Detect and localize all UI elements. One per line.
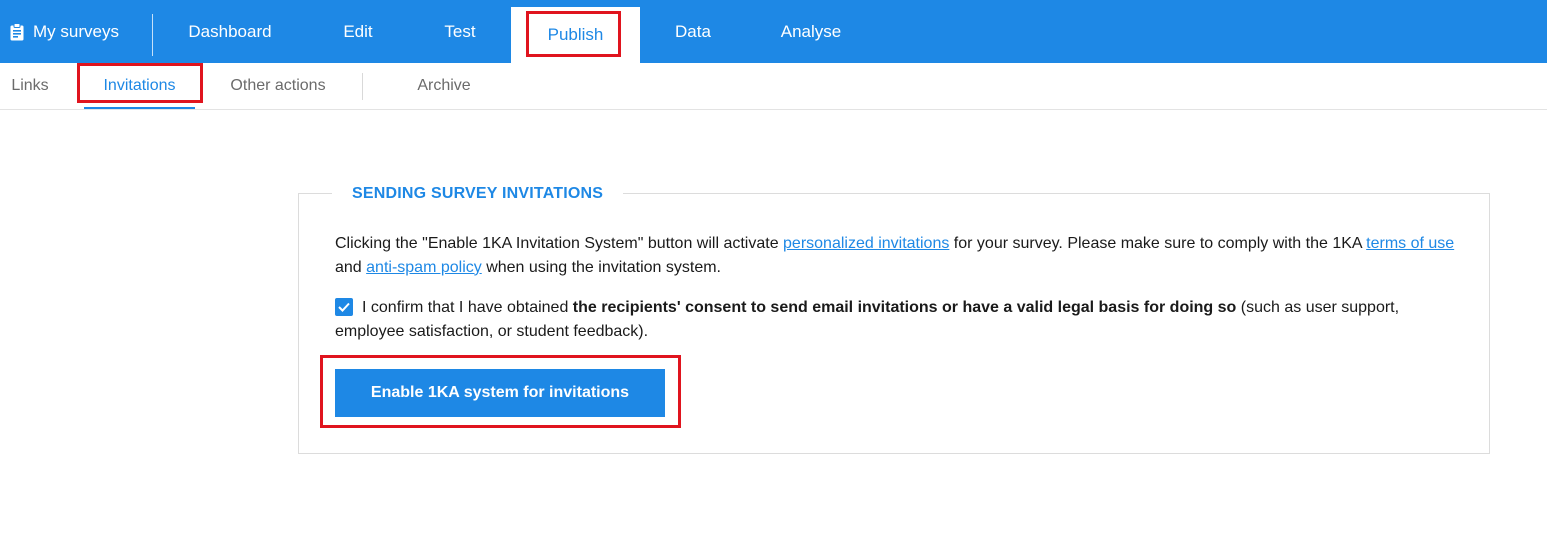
subnav-divider — [362, 73, 363, 100]
subtab-links[interactable]: Links — [5, 63, 55, 109]
subtab-other-actions[interactable]: Other actions — [222, 63, 334, 109]
top-nav-bar: My surveys Dashboard Edit Test Publish D… — [0, 0, 1547, 63]
tab-publish[interactable]: Publish — [511, 7, 640, 63]
my-surveys-link[interactable]: My surveys — [10, 0, 119, 63]
tab-edit[interactable]: Edit — [318, 0, 398, 63]
clipboard-icon — [10, 22, 24, 40]
tab-analyse[interactable]: Analyse — [766, 0, 856, 63]
description-text-2: for your survey. Please make sure to com… — [949, 235, 1367, 252]
sub-nav-bar: Links Invitations Other actions Archive — [0, 63, 1547, 110]
consent-checkbox[interactable] — [335, 298, 353, 316]
tab-test[interactable]: Test — [420, 0, 500, 63]
tab-data[interactable]: Data — [653, 0, 733, 63]
personalized-invitations-link[interactable]: personalized invitations — [783, 235, 949, 252]
nav-divider — [152, 14, 153, 56]
checkmark-icon — [338, 302, 350, 312]
tab-dashboard[interactable]: Dashboard — [174, 0, 286, 63]
consent-text-bold: the recipients' consent to send email in… — [572, 299, 1237, 316]
enable-invitations-button[interactable]: Enable 1KA system for invitations — [335, 369, 665, 417]
description-text-3: and — [335, 258, 367, 276]
description-text-4: when using the invitation system. — [481, 258, 721, 276]
invitation-description: Clicking the "Enable 1KA Invitation Syst… — [335, 232, 1455, 279]
subtab-invitations[interactable]: Invitations — [84, 63, 195, 109]
terms-of-use-link[interactable]: terms of use — [1366, 235, 1454, 252]
subtab-archive[interactable]: Archive — [404, 63, 484, 109]
consent-text: I confirm that I have obtained the recip… — [335, 296, 1455, 343]
description-text-1: Clicking the "Enable 1KA Invitation Syst… — [335, 235, 784, 252]
my-surveys-label: My surveys — [33, 21, 119, 41]
consent-text-1: I confirm that I have obtained — [362, 299, 573, 316]
active-subtab-indicator — [84, 107, 195, 109]
section-title: SENDING SURVEY INVITATIONS — [332, 183, 624, 205]
anti-spam-policy-link[interactable]: anti-spam policy — [366, 259, 482, 276]
